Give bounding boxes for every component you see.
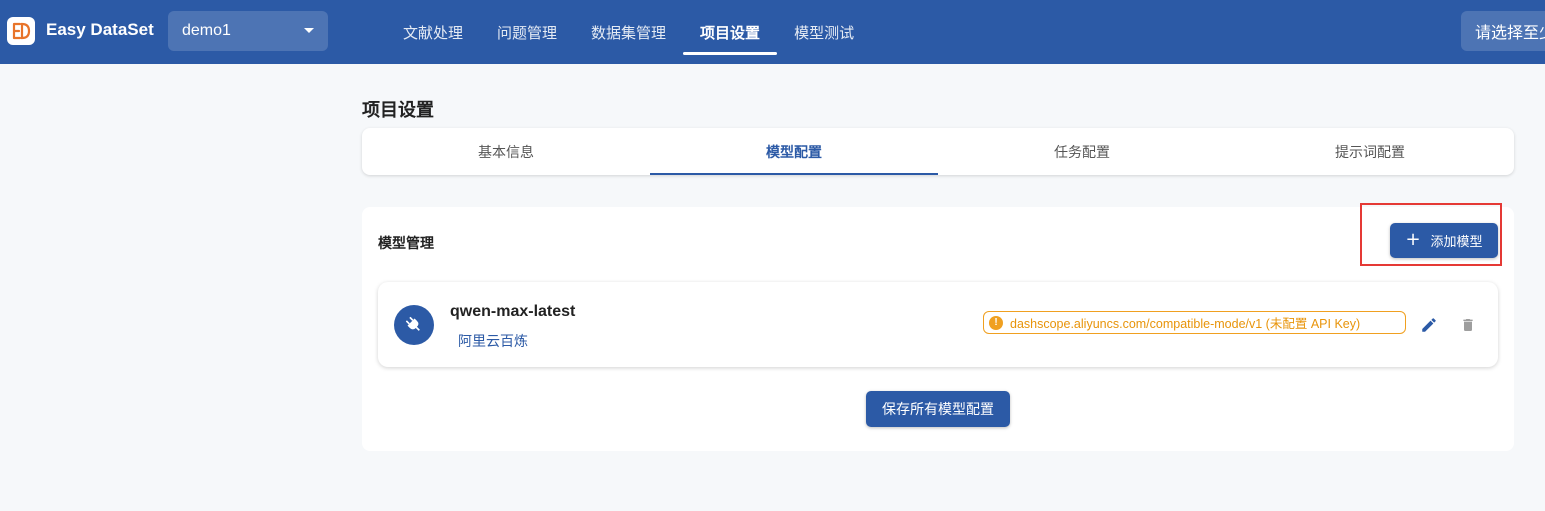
app-logo-icon <box>7 17 35 45</box>
model-provider: 阿里云百炼 <box>458 334 528 350</box>
nav-item-questions[interactable]: 问题管理 <box>480 0 574 64</box>
edit-icon[interactable] <box>1420 316 1438 338</box>
nav-item-project-settings[interactable]: 项目设置 <box>683 0 778 64</box>
endpoint-status-chip: ! dashscope.aliyuncs.com/compatible-mode… <box>983 311 1406 334</box>
plug-icon <box>394 305 434 345</box>
model-select-button[interactable]: 请选择至少 <box>1461 11 1545 51</box>
nav-item-model-test[interactable]: 模型测试 <box>777 0 871 64</box>
endpoint-text: dashscope.aliyuncs.com/compatible-mode/v… <box>1010 317 1361 331</box>
chevron-down-icon <box>304 28 314 33</box>
warning-icon: ! <box>989 315 1003 330</box>
page-title: 项目设置 <box>362 100 434 121</box>
nav-item-literature[interactable]: 文献处理 <box>386 0 480 64</box>
main-nav: 文献处理 问题管理 数据集管理 项目设置 模型测试 <box>386 0 871 64</box>
tab-task-config[interactable]: 任务配置 <box>938 128 1226 175</box>
model-name: qwen-max-latest <box>450 303 576 320</box>
project-select[interactable]: demo1 <box>168 11 328 51</box>
tab-basic-info[interactable]: 基本信息 <box>362 128 650 175</box>
save-all-models-button[interactable]: 保存所有模型配置 <box>866 391 1010 427</box>
project-select-value: demo1 <box>182 22 231 39</box>
nav-item-datasets[interactable]: 数据集管理 <box>574 0 683 64</box>
plus-icon: + <box>1405 228 1421 250</box>
tab-model-config[interactable]: 模型配置 <box>650 128 938 175</box>
add-model-button[interactable]: + 添加模型 <box>1390 223 1498 258</box>
top-app-bar: Easy DataSet demo1 文献处理 问题管理 数据集管理 项目设置 … <box>0 0 1545 64</box>
delete-icon[interactable] <box>1460 316 1476 338</box>
brand-title: Easy DataSet <box>46 20 154 39</box>
settings-tabs: 基本信息 模型配置 任务配置 提示词配置 <box>362 128 1514 175</box>
model-management-title: 模型管理 <box>378 236 434 252</box>
model-list-item: qwen-max-latest 阿里云百炼 ! dashscope.aliyun… <box>378 282 1498 367</box>
model-management-card: 模型管理 + 添加模型 qwen-max-latest 阿里云百炼 ! dash… <box>362 203 1514 451</box>
add-model-button-label: 添加模型 <box>1430 235 1483 250</box>
tab-prompt-config[interactable]: 提示词配置 <box>1226 128 1514 175</box>
